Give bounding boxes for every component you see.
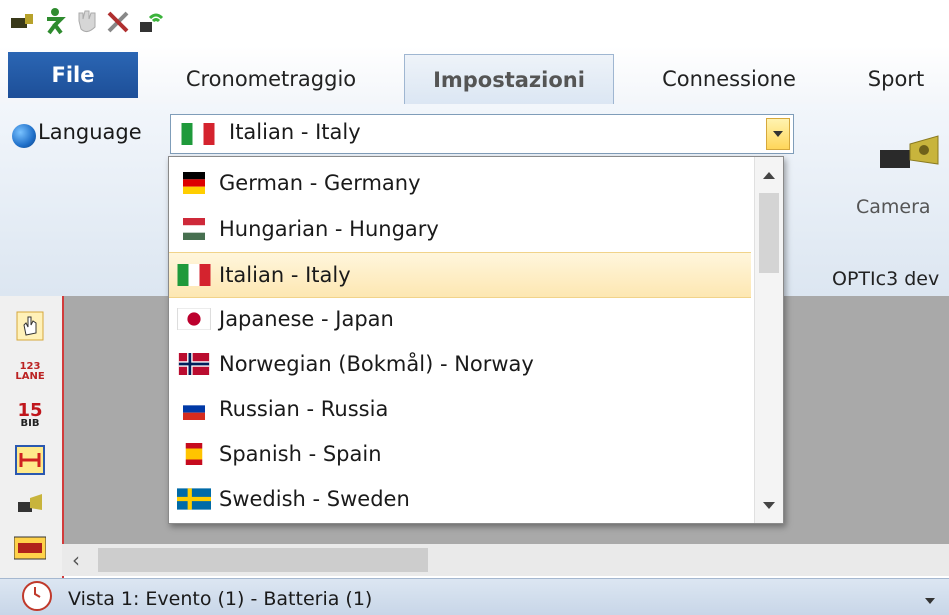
sweden-flag-icon [177, 488, 211, 510]
chevron-down-icon [763, 501, 775, 509]
language-option-spanish[interactable]: Spanish - Spain [169, 432, 751, 476]
bib-icon[interactable]: 15 BIB [14, 400, 46, 432]
wireless-icon[interactable] [136, 6, 164, 36]
status-bar: Vista 1: Evento (1) - Batteria (1) [0, 578, 949, 615]
camera-button-label[interactable]: Camera [856, 196, 931, 218]
tools-icon[interactable] [104, 6, 132, 36]
chevron-up-icon [763, 171, 775, 179]
language-option-italian[interactable]: Italian - Italy [169, 252, 751, 298]
hand-pointer-icon[interactable] [14, 310, 46, 342]
chevron-left-icon[interactable]: ‹ [72, 548, 94, 572]
language-label: Language [38, 120, 142, 144]
japan-flag-icon [177, 308, 211, 330]
camera-icon[interactable] [870, 134, 940, 174]
language-option-russian[interactable]: Russian - Russia [169, 387, 751, 431]
horizontal-scrollbar[interactable]: ‹ [62, 544, 949, 576]
globe-icon [12, 124, 36, 148]
language-option-german[interactable]: German - Germany [169, 161, 751, 205]
italy-flag-icon [177, 264, 211, 286]
scroll-up-button[interactable] [757, 163, 781, 187]
ribbon-tab-strip: File Cronometraggio Impostazioni Conness… [0, 46, 949, 105]
clock-icon[interactable] [22, 581, 52, 611]
option-label: Swedish - Sweden [219, 487, 410, 511]
norway-flag-icon [178, 353, 210, 375]
tab-impostazioni[interactable]: Impostazioni [404, 54, 614, 105]
tab-sport[interactable]: Sport [850, 54, 942, 104]
tab-file[interactable]: File [8, 52, 138, 98]
option-label: Italian - Italy [219, 263, 351, 287]
option-label: Japanese - Japan [219, 307, 394, 331]
tab-cronometraggio[interactable]: Cronometraggio [164, 54, 378, 104]
chevron-down-icon [773, 131, 783, 137]
italy-flag-icon [181, 123, 215, 145]
language-dropdown-list: German - Germany Hungarian - Hungary Ita… [168, 156, 784, 524]
option-label: German - Germany [219, 171, 421, 195]
hungary-flag-icon [183, 218, 205, 240]
combo-dropdown-button[interactable] [766, 118, 790, 150]
tab-connessione[interactable]: Connessione [636, 54, 822, 104]
russia-flag-icon [183, 398, 205, 420]
language-option-norwegian[interactable]: Norwegian (Bokmål) - Norway [169, 342, 751, 386]
view-dropdown-button[interactable] [918, 591, 942, 611]
option-label: Spanish - Spain [219, 442, 382, 466]
optic-group-label: OPTIc3 dev [832, 268, 940, 290]
scoreboard-icon[interactable] [14, 532, 46, 564]
width-measure-icon[interactable] [14, 444, 46, 476]
option-label: Hungarian - Hungary [219, 217, 439, 241]
language-option-hungarian[interactable]: Hungarian - Hungary [169, 207, 751, 251]
camera-connect-icon[interactable] [8, 6, 36, 36]
quick-access-toolbar [0, 0, 949, 46]
runner-icon[interactable] [40, 6, 68, 36]
scroll-thumb[interactable] [759, 193, 779, 273]
dropdown-scrollbar[interactable] [754, 157, 783, 523]
language-combobox[interactable]: Italian - Italy [170, 114, 794, 154]
camera-small-icon[interactable] [14, 488, 46, 520]
language-selected-value: Italian - Italy [229, 120, 361, 144]
germany-flag-icon [183, 172, 205, 194]
spain-flag-icon [185, 443, 203, 465]
lane-icon[interactable]: 123 LANE [14, 356, 46, 388]
view-title: Vista 1: Evento (1) - Batteria (1) [68, 588, 373, 610]
option-label: Norwegian (Bokmål) - Norway [219, 352, 534, 376]
language-option-swedish[interactable]: Swedish - Sweden [169, 477, 751, 521]
hand-icon[interactable] [72, 6, 100, 36]
left-toolbar: 123 LANE 15 BIB [0, 296, 64, 578]
scroll-thumb[interactable] [98, 548, 428, 572]
option-label: Russian - Russia [219, 397, 389, 421]
language-option-japanese[interactable]: Japanese - Japan [169, 297, 751, 341]
scroll-down-button[interactable] [757, 493, 781, 517]
chevron-down-icon [925, 598, 935, 604]
